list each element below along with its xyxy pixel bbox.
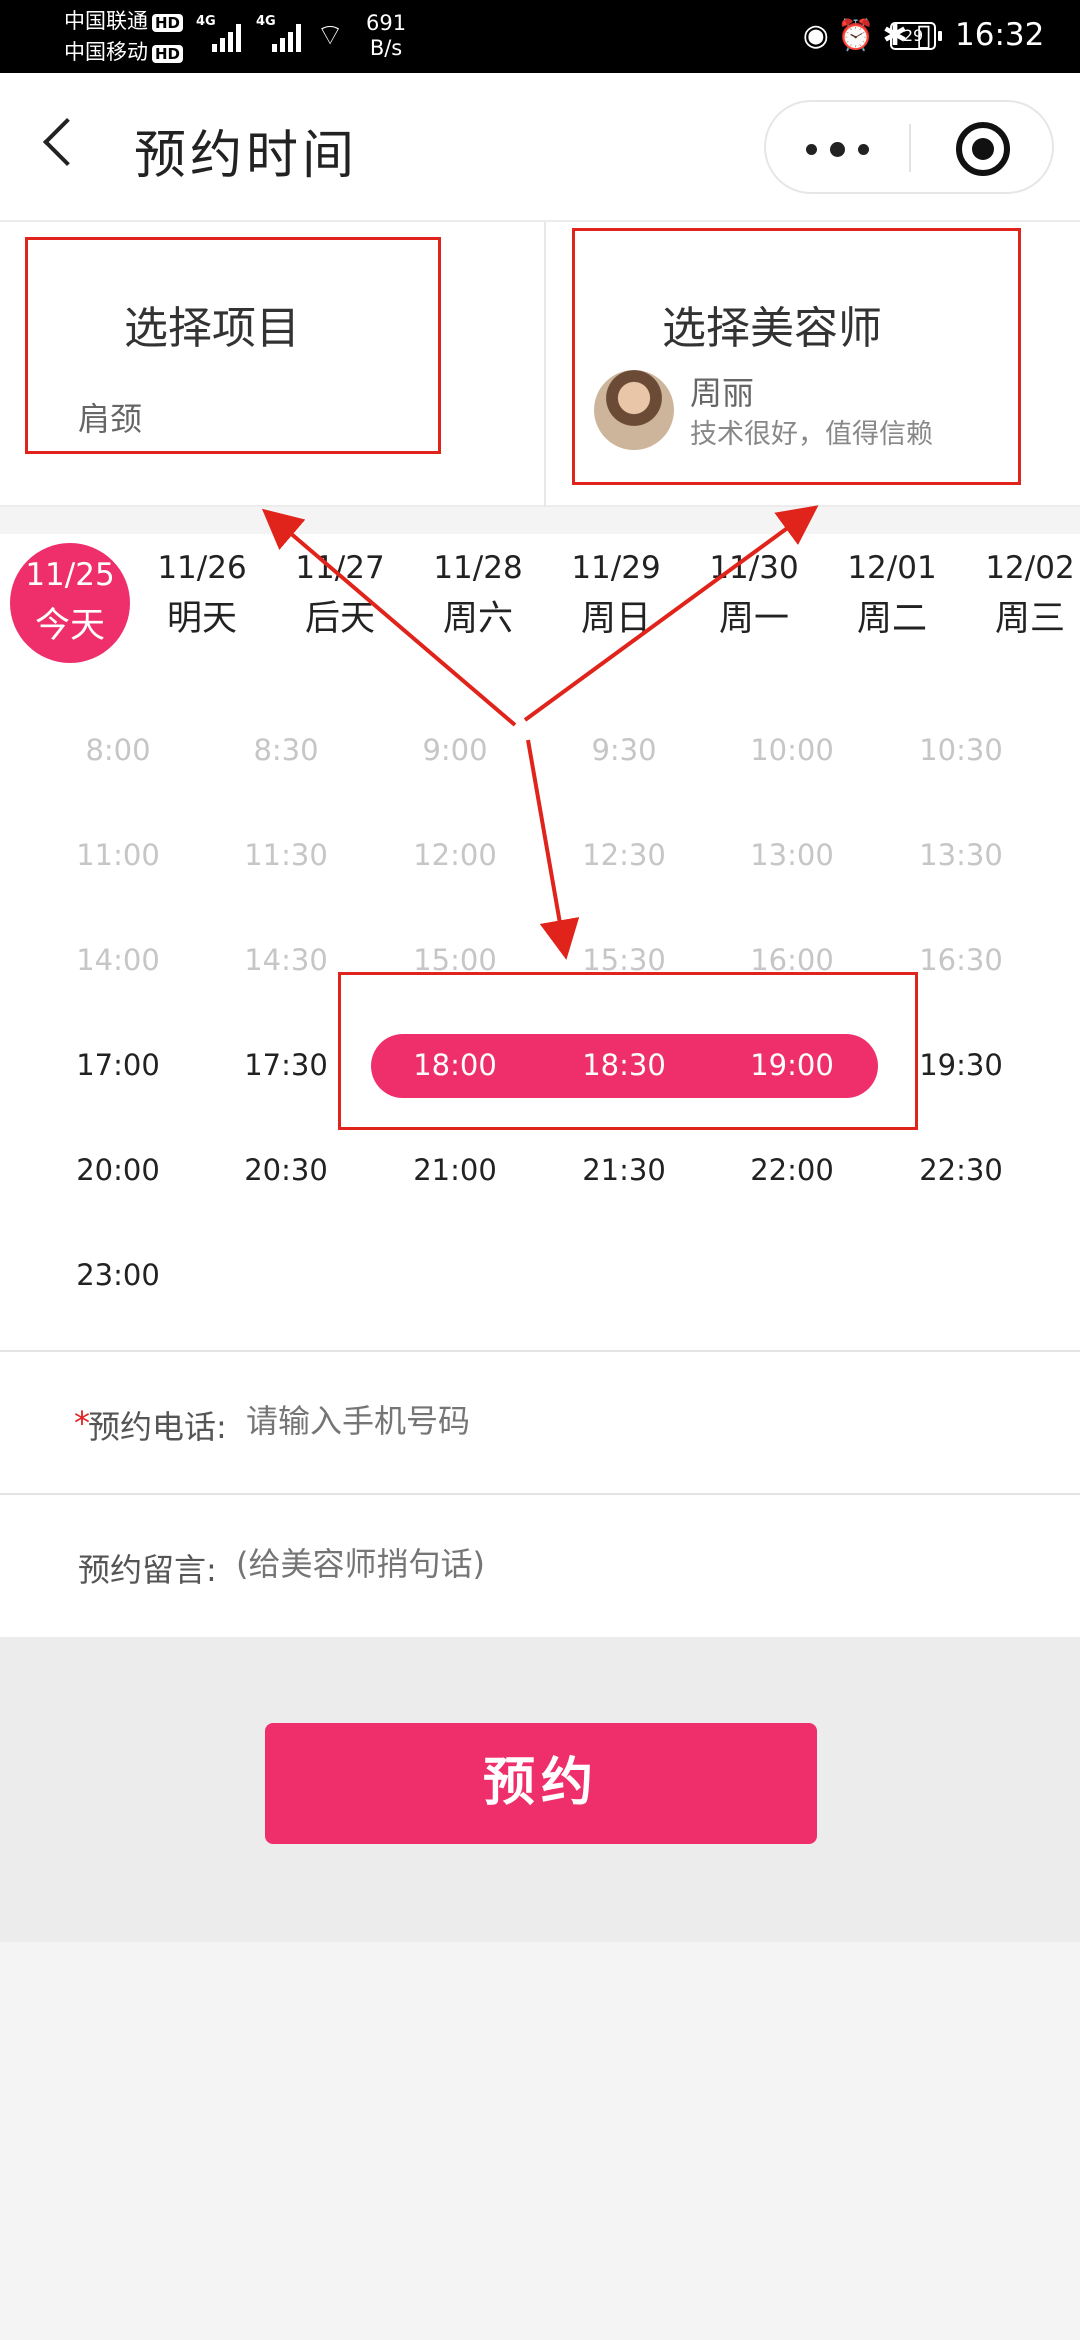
status-bar: 中国联通 HD 中国移动 HD 4G 4G ⌔ 691 B/s ◉⏰✱▯ 29 16:… bbox=[0, 0, 1080, 73]
note-input[interactable] bbox=[236, 1545, 996, 1583]
weekday-label: 周三 bbox=[994, 599, 1065, 639]
phone-label: 预约电话: bbox=[88, 1408, 227, 1446]
book-button[interactable]: 预约 bbox=[265, 1723, 817, 1844]
eye-icon: ◉ bbox=[802, 18, 837, 53]
weekday-label: 周日 bbox=[580, 599, 651, 639]
weekday-label: 今天 bbox=[34, 606, 105, 646]
nav-bar: 预约时间 bbox=[0, 73, 1080, 220]
phone-input[interactable] bbox=[246, 1402, 946, 1440]
time-slot: 13:00 bbox=[750, 838, 834, 872]
carrier-1: 中国联通 HD bbox=[64, 9, 184, 33]
date-label: 11/29 bbox=[571, 550, 661, 586]
phone-row: * 预约电话: bbox=[0, 1352, 1080, 1495]
schedule-panel: 11/25 今天 11/26 明天 11/27 后天 11/28 周六 11/29 周日 11/30… bbox=[0, 534, 1080, 1352]
wifi-icon: ⌔ bbox=[316, 18, 345, 53]
weekday-label: 周一 bbox=[718, 599, 789, 639]
weekday-label: 周六 bbox=[442, 599, 513, 639]
time-slot: 12:00 bbox=[413, 838, 497, 872]
page-title: 预约时间 bbox=[134, 126, 359, 186]
date-tab[interactable]: 11/25 今天 bbox=[10, 543, 130, 663]
time-slot: 11:00 bbox=[76, 838, 160, 872]
time-slot: 10:00 bbox=[750, 733, 834, 767]
date-label: 11/27 bbox=[295, 550, 385, 586]
time-slot: 8:00 bbox=[85, 733, 151, 767]
date-label: 12/02 bbox=[985, 550, 1075, 586]
date-tab[interactable]: 12/02 周三 bbox=[966, 534, 1080, 662]
time-slot[interactable]: 21:30 bbox=[539, 1140, 709, 1200]
net-speed: 691 B/s bbox=[366, 11, 407, 60]
mini-program-capsule bbox=[764, 100, 1054, 194]
date-label: 11/26 bbox=[157, 550, 247, 586]
weekday-label: 明天 bbox=[166, 599, 237, 639]
date-tab[interactable]: 11/28 周六 bbox=[414, 534, 542, 662]
signal-icon bbox=[212, 22, 246, 52]
time-slot: 10:30 bbox=[919, 733, 1003, 767]
date-tab[interactable]: 11/29 周日 bbox=[552, 534, 680, 662]
back-icon[interactable] bbox=[42, 117, 92, 167]
time-slot[interactable]: 21:00 bbox=[370, 1140, 540, 1200]
time-slot[interactable]: 20:30 bbox=[201, 1140, 371, 1200]
time-slot: 13:30 bbox=[919, 838, 1003, 872]
capsule-divider bbox=[909, 124, 911, 172]
time-slot: 11:30 bbox=[244, 838, 328, 872]
time-slot: 12:30 bbox=[582, 838, 666, 872]
date-tab[interactable]: 11/26 明天 bbox=[138, 534, 266, 662]
time-slot[interactable]: 17:00 bbox=[33, 1035, 203, 1095]
clock: 16:32 bbox=[955, 17, 1045, 53]
annotation-box-project bbox=[25, 237, 441, 454]
time-slot[interactable]: 22:00 bbox=[707, 1140, 877, 1200]
time-slot[interactable]: 22:30 bbox=[876, 1140, 1046, 1200]
note-row: 预约留言: bbox=[0, 1495, 1080, 1637]
time-slot: 9:00 bbox=[422, 733, 488, 767]
action-area: 预约 bbox=[0, 1637, 1080, 1942]
time-slot[interactable]: 20:00 bbox=[33, 1140, 203, 1200]
date-tab[interactable]: 11/27 后天 bbox=[276, 534, 404, 662]
weekday-label: 周二 bbox=[856, 599, 927, 639]
signal-icon bbox=[272, 22, 306, 52]
annotation-box-stylist bbox=[572, 228, 1021, 485]
date-label: 12/01 bbox=[847, 550, 937, 586]
date-label: 11/25 bbox=[25, 557, 115, 593]
close-mini-program-icon[interactable] bbox=[956, 122, 1010, 176]
time-slot: 14:00 bbox=[76, 943, 160, 977]
note-label: 预约留言: bbox=[78, 1551, 217, 1589]
annotation-box-times bbox=[338, 972, 918, 1130]
time-slot[interactable]: 23:00 bbox=[33, 1245, 203, 1305]
alarm-icon: ⏰ bbox=[836, 18, 883, 53]
carrier-2: 中国移动 HD bbox=[64, 40, 184, 64]
more-icon[interactable] bbox=[806, 138, 886, 158]
date-tab[interactable]: 12/01 周二 bbox=[828, 534, 956, 662]
date-tab[interactable]: 11/30 周一 bbox=[690, 534, 818, 662]
date-label: 11/28 bbox=[433, 550, 523, 586]
time-slot: 9:30 bbox=[591, 733, 657, 767]
time-slot: 8:30 bbox=[253, 733, 319, 767]
weekday-label: 后天 bbox=[304, 599, 375, 639]
battery-icon: 29 bbox=[890, 22, 942, 50]
date-label: 11/30 bbox=[709, 550, 799, 586]
